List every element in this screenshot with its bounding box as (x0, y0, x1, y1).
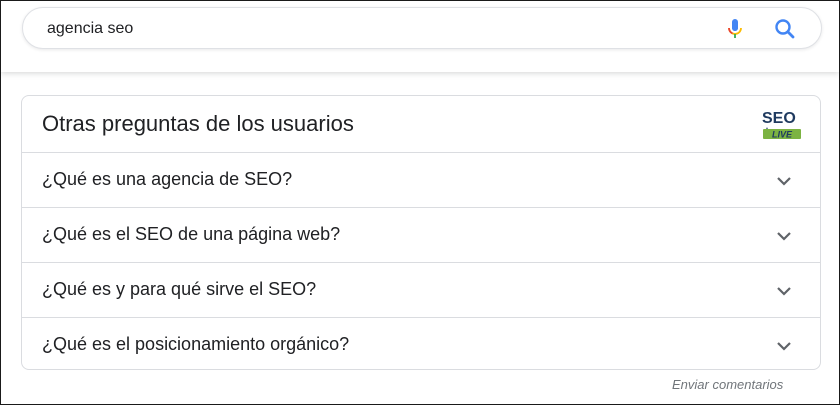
search-bar[interactable] (22, 7, 822, 49)
question-item[interactable]: ¿Qué es el SEO de una página web? (22, 207, 820, 262)
question-item[interactable]: ¿Qué es una agencia de SEO? (22, 152, 820, 207)
question-list: ¿Qué es una agencia de SEO? ¿Qué es el S… (22, 152, 820, 372)
chevron-down-icon[interactable] (774, 281, 794, 301)
question-text: ¿Qué es y para qué sirve el SEO? (42, 279, 317, 299)
question-text: ¿Qué es el posicionamiento orgánico? (42, 334, 350, 354)
svg-text:SEO: SEO (762, 110, 796, 127)
seo-live-logo: SEO LIVE (759, 107, 803, 143)
people-also-ask-panel: Otras preguntas de los usuarios SEO LIVE… (21, 95, 821, 370)
send-feedback-link[interactable]: Enviar comentarios (672, 377, 783, 392)
panel-title: Otras preguntas de los usuarios (42, 111, 354, 136)
mic-icon[interactable] (723, 17, 747, 41)
svg-text:LIVE: LIVE (772, 130, 793, 140)
question-text: ¿Qué es una agencia de SEO? (42, 169, 293, 189)
question-item[interactable]: ¿Qué es y para qué sirve el SEO? (22, 262, 820, 317)
search-input[interactable] (47, 18, 687, 40)
search-header (1, 1, 839, 72)
question-text: ¿Qué es el SEO de una página web? (42, 224, 341, 244)
search-icon[interactable] (772, 16, 798, 42)
chevron-down-icon[interactable] (774, 336, 794, 356)
chevron-down-icon[interactable] (774, 226, 794, 246)
question-item[interactable]: ¿Qué es el posicionamiento orgánico? (22, 317, 820, 372)
chevron-down-icon[interactable] (774, 171, 794, 191)
